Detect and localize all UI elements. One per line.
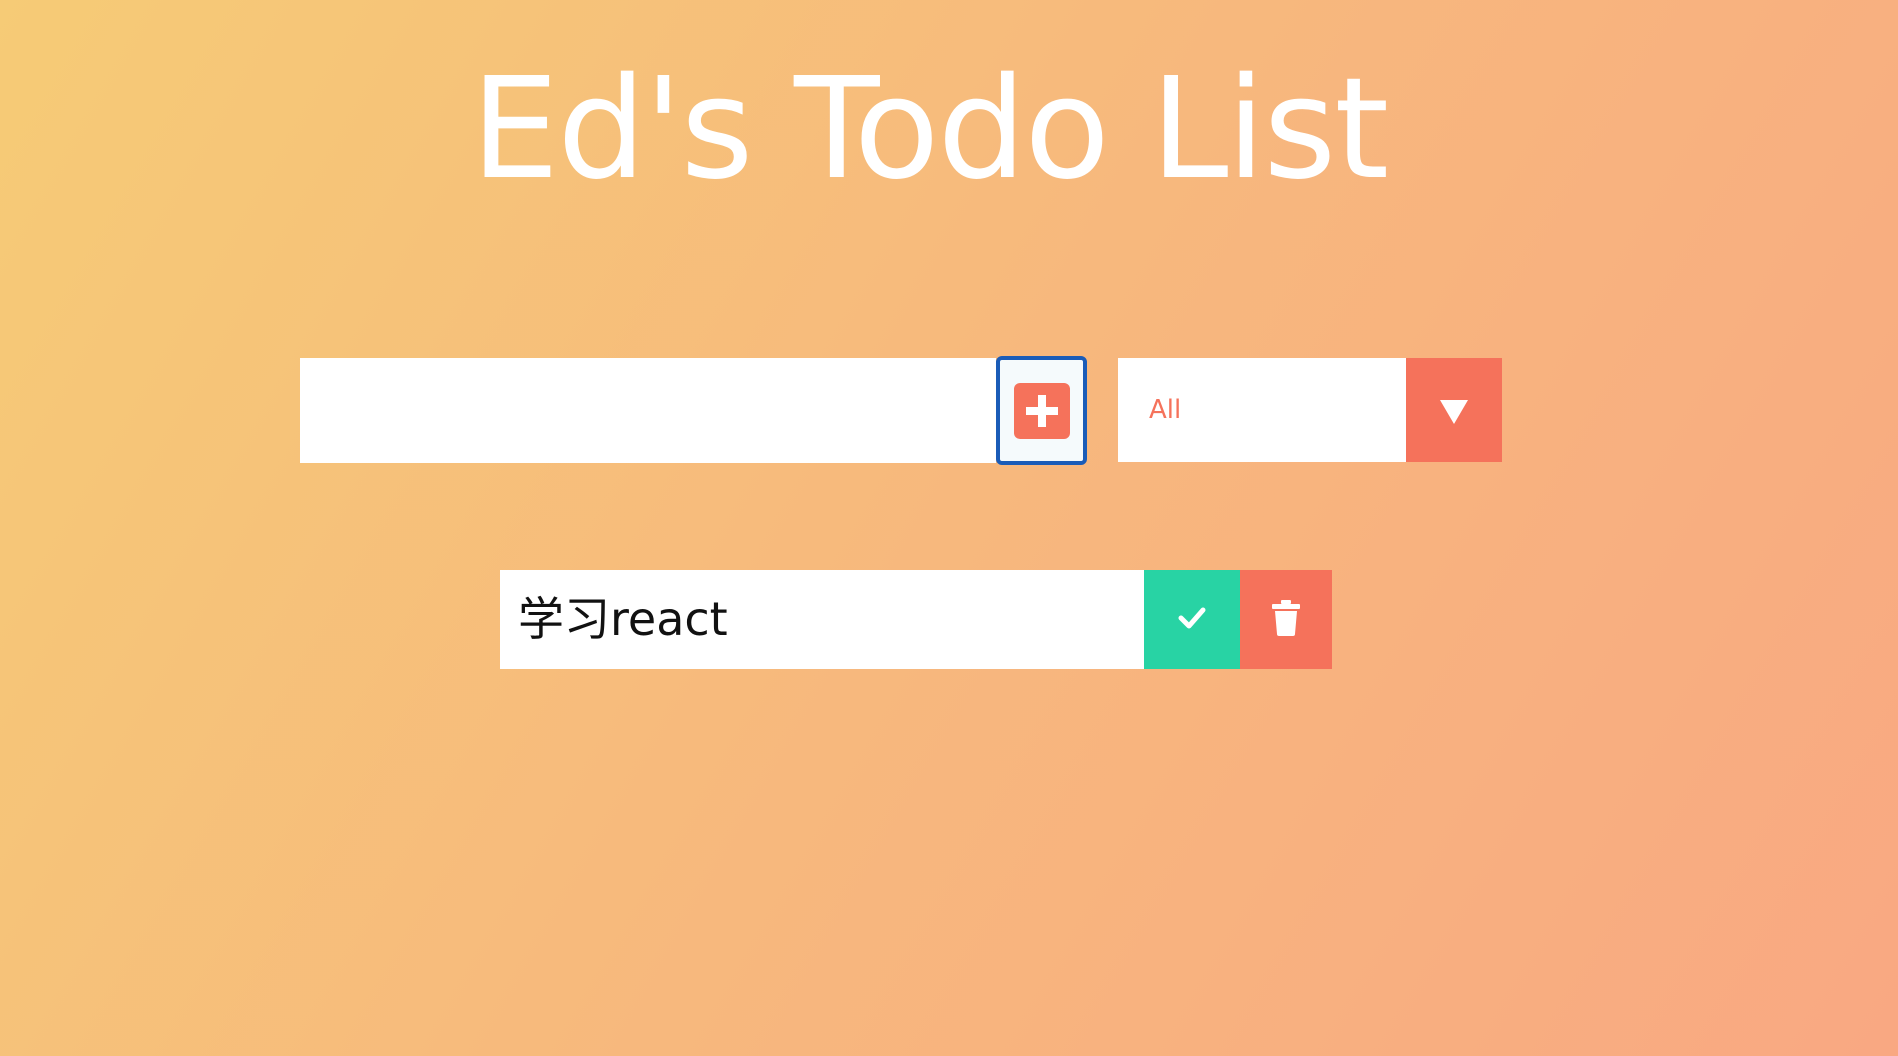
plus-square-icon (1013, 382, 1070, 439)
filter-selected-value: All (1149, 395, 1182, 425)
filter-dropdown-toggle[interactable] (1406, 358, 1502, 462)
delete-button[interactable] (1240, 570, 1332, 669)
add-todo-button[interactable] (996, 356, 1087, 465)
todo-item: 学习react (500, 570, 1332, 669)
todo-text: 学习react (518, 592, 728, 646)
caret-down-icon (1440, 400, 1468, 424)
page-title: Ed's Todo List (470, 48, 1389, 211)
check-icon (1178, 607, 1206, 629)
complete-button[interactable] (1144, 570, 1240, 669)
filter-select[interactable]: All (1118, 358, 1502, 462)
trash-icon (1272, 600, 1300, 636)
todo-input[interactable] (300, 358, 996, 463)
